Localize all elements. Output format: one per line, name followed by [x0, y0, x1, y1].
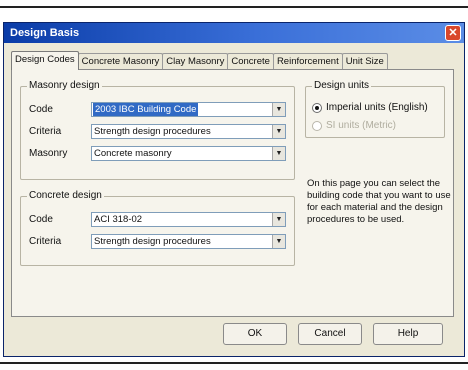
imperial-units-radio[interactable]	[312, 102, 322, 113]
concrete-criteria-label: Criteria	[29, 236, 62, 247]
tab-unit-size[interactable]: Unit Size	[341, 53, 388, 70]
masonry-code-select[interactable]: 2003 IBC Building Code ▼	[91, 102, 286, 117]
masonry-code-label: Code	[29, 104, 53, 115]
design-units-group: Design units Imperial units (English) SI…	[305, 80, 445, 138]
tab-reinforcement[interactable]: Reinforcement	[272, 53, 343, 70]
masonry-design-title: Masonry design	[27, 80, 102, 92]
tab-concrete-masonry[interactable]: Concrete Masonry	[77, 53, 164, 70]
masonry-type-label: Masonry	[29, 148, 68, 159]
si-units-radio	[312, 120, 322, 131]
design-codes-panel: Masonry design Code 2003 IBC Building Co…	[11, 69, 454, 317]
concrete-code-label: Code	[29, 214, 53, 225]
chevron-down-icon[interactable]: ▼	[272, 213, 285, 226]
masonry-code-value: 2003 IBC Building Code	[93, 103, 199, 116]
imperial-units-option[interactable]: Imperial units (English)	[312, 102, 428, 113]
cancel-button[interactable]: Cancel	[298, 323, 362, 345]
top-border-rule	[0, 6, 468, 8]
chevron-down-icon[interactable]: ▼	[272, 235, 285, 248]
title-bar: Design Basis ✕	[4, 23, 464, 43]
concrete-code-select[interactable]: ACI 318-02 ▼	[91, 212, 286, 227]
chevron-down-icon[interactable]: ▼	[272, 103, 285, 116]
imperial-units-label: Imperial units (English)	[326, 102, 428, 113]
concrete-code-value: ACI 318-02	[94, 214, 143, 225]
tab-design-codes[interactable]: Design Codes	[11, 51, 79, 70]
si-units-label: SI units (Metric)	[326, 120, 397, 131]
concrete-design-group: Concrete design Code ACI 318-02 ▼ Criter…	[20, 190, 295, 266]
tab-concrete[interactable]: Concrete	[227, 53, 274, 70]
design-basis-dialog: Design Basis ✕ Design Codes Concrete Mas…	[3, 22, 465, 357]
help-description: On this page you can select the building…	[307, 178, 451, 225]
bottom-border-rule	[0, 362, 468, 364]
window-title: Design Basis	[10, 27, 80, 39]
design-units-title: Design units	[312, 80, 372, 92]
concrete-criteria-select[interactable]: Strength design procedures ▼	[91, 234, 286, 249]
concrete-design-title: Concrete design	[27, 190, 104, 202]
si-units-option: SI units (Metric)	[312, 120, 396, 131]
close-icon[interactable]: ✕	[445, 25, 461, 41]
help-button[interactable]: Help	[373, 323, 443, 345]
tab-strip: Design Codes Concrete Masonry Clay Mason…	[11, 51, 388, 70]
ok-button[interactable]: OK	[223, 323, 287, 345]
chevron-down-icon[interactable]: ▼	[272, 125, 285, 138]
masonry-criteria-label: Criteria	[29, 126, 62, 137]
masonry-criteria-select[interactable]: Strength design procedures ▼	[91, 124, 286, 139]
concrete-criteria-value: Strength design procedures	[94, 236, 211, 247]
chevron-down-icon[interactable]: ▼	[272, 147, 285, 160]
masonry-type-select[interactable]: Concrete masonry ▼	[91, 146, 286, 161]
masonry-type-value: Concrete masonry	[94, 148, 172, 159]
masonry-criteria-value: Strength design procedures	[94, 126, 211, 137]
masonry-design-group: Masonry design Code 2003 IBC Building Co…	[20, 80, 295, 180]
tab-clay-masonry[interactable]: Clay Masonry	[162, 53, 229, 70]
